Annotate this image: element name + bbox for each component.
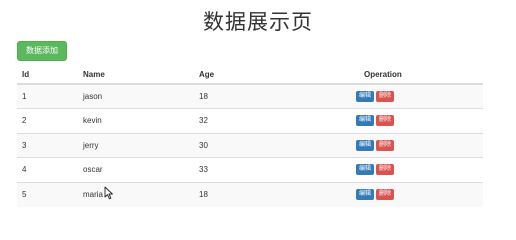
table-row: 2 kevin 32 编辑 删除 [17, 108, 483, 133]
table-row: 3 jerry 30 编辑 删除 [17, 132, 483, 158]
cell-operation: 编辑 删除 [325, 108, 483, 133]
cell-operation: 编辑 删除 [325, 157, 483, 182]
header-name: Name [78, 66, 194, 85]
header-operation: Operation [325, 66, 483, 85]
delete-button[interactable]: 删除 [376, 189, 395, 200]
edit-button[interactable]: 编辑 [356, 164, 375, 176]
cell-age: 30 [194, 132, 325, 158]
delete-button[interactable]: 删除 [376, 91, 395, 102]
cell-operation: 编辑 删除 [325, 132, 483, 158]
edit-button[interactable]: 编辑 [356, 115, 375, 127]
cell-id: 1 [17, 83, 78, 109]
cell-id: 4 [17, 157, 78, 182]
header-id: Id [17, 66, 78, 85]
table-header-row: Id Name Age Operation [17, 66, 483, 85]
delete-button[interactable]: 删除 [376, 139, 395, 151]
edit-button[interactable]: 编辑 [356, 139, 375, 151]
delete-button[interactable]: 删除 [376, 164, 395, 176]
edit-button[interactable]: 编辑 [356, 189, 375, 200]
cell-age: 18 [194, 181, 325, 207]
cell-name: oscar [78, 157, 194, 182]
cell-id: 2 [17, 108, 78, 133]
data-table: Id Name Age Operation 1 jason 18 编辑 删除 2 … [17, 66, 483, 207]
table-row: 4 oscar 33 编辑 删除 [17, 157, 483, 182]
mouse-cursor-icon [104, 186, 113, 200]
edit-button[interactable]: 编辑 [356, 91, 375, 102]
cell-operation: 编辑 删除 [325, 181, 483, 207]
table-row: 1 jason 18 编辑 删除 [17, 83, 483, 109]
cell-name: kevin [78, 108, 194, 133]
cell-age: 18 [194, 83, 325, 109]
add-data-button[interactable]: 数据添加 [17, 41, 67, 61]
cell-age: 32 [194, 108, 325, 133]
table-row: 5 maria 18 编辑 删除 [17, 181, 483, 207]
cell-id: 3 [17, 132, 78, 158]
cell-id: 5 [17, 181, 78, 207]
header-age: Age [194, 66, 325, 85]
cell-name: jason [78, 83, 194, 109]
cell-name: maria [78, 181, 194, 207]
cell-operation: 编辑 删除 [325, 83, 483, 109]
page-title: 数据展示页 [203, 10, 313, 34]
delete-button[interactable]: 删除 [376, 115, 395, 127]
cell-name: jerry [78, 132, 194, 158]
cell-age: 33 [194, 157, 325, 182]
